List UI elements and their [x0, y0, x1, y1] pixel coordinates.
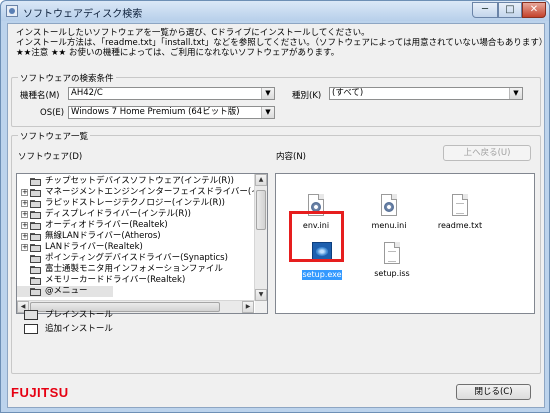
instruction-line: ★★注意 ★★ お使いの機種によっては、ご利用になれないソフトウェアがあります。 [16, 48, 340, 58]
software-tree[interactable]: チップセットデバイスソフトウェア(インテル(R)) + マネージメントエンジンイ… [16, 173, 268, 314]
scroll-up-icon[interactable]: ▲ [255, 174, 267, 186]
type-value: (すべて) [332, 88, 364, 98]
scroll-thumb[interactable] [256, 190, 266, 230]
folder-icon [30, 221, 42, 230]
file-item[interactable]: setup.iss [360, 239, 424, 291]
model-value: AH42/C [71, 88, 103, 98]
folder-icon [30, 243, 42, 252]
scroll-right-icon[interactable]: ▶ [242, 301, 254, 313]
file-item[interactable]: readme.txt [428, 191, 492, 243]
os-value: Windows 7 Home Premium (64ビット版) [71, 107, 240, 117]
scroll-down-icon[interactable]: ▼ [255, 289, 267, 301]
blank-file-icon [384, 242, 400, 264]
search-group-label: ソフトウェアの検索条件 [18, 72, 116, 84]
expand-icon[interactable]: + [21, 189, 28, 196]
tree-item[interactable]: @メニュー [17, 286, 113, 297]
chevron-down-icon[interactable]: ▼ [261, 107, 274, 118]
close-window-button[interactable]: ✕ [522, 2, 546, 18]
ini-gear-icon [381, 194, 397, 216]
expand-icon[interactable]: + [21, 222, 28, 229]
instructions: インストールしたいソフトウェアを一覧から選び、Cドライブにインストールしてくださ… [16, 28, 547, 58]
expand-icon[interactable]: + [21, 233, 28, 240]
window-title: ソフトウェアディスク検索 [23, 9, 143, 20]
tree-vertical-scrollbar[interactable]: ▲ ▼ [254, 174, 267, 301]
up-button[interactable]: 上へ戻る(U) [443, 145, 531, 161]
content-label: 内容(N) [276, 152, 306, 162]
expand-icon[interactable]: + [21, 200, 28, 207]
folder-icon [30, 177, 42, 186]
app-icon [6, 5, 18, 17]
folder-icon [30, 276, 42, 285]
instruction-line: インストール方法は、「readme.txt」「install.txt」などを参照… [16, 38, 548, 48]
minimize-button[interactable]: ─ [472, 2, 498, 18]
instruction-line: インストールしたいソフトウェアを一覧から選び、Cドライブにインストールしてくださ… [16, 28, 370, 38]
folder-icon [30, 188, 42, 197]
title-bar[interactable]: ソフトウェアディスク検索 ─ □ ✕ [1, 1, 549, 21]
folder-icon [30, 210, 42, 219]
fujitsu-logo: FUJITSU [11, 385, 69, 400]
type-select[interactable]: (すべて) ▼ [329, 87, 523, 100]
dialog-body: インストールしたいソフトウェアを一覧から選び、Cドライブにインストールしてくださ… [7, 23, 547, 408]
list-group-label: ソフトウェア一覧 [18, 130, 91, 142]
search-conditions-group: ソフトウェアの検索条件 機種名(M) AH42/C ▼ OS(E) Window… [11, 72, 541, 127]
expand-icon[interactable]: + [21, 244, 28, 251]
folder-icon [30, 232, 42, 241]
app-window: ソフトウェアディスク検索 ─ □ ✕ インストールしたいソフトウェアを一覧から選… [0, 0, 550, 413]
os-label: OS(E) [40, 108, 65, 118]
model-select[interactable]: AH42/C ▼ [68, 87, 275, 100]
text-file-icon [452, 194, 468, 216]
os-select[interactable]: Windows 7 Home Premium (64ビット版) ▼ [68, 106, 275, 119]
folder-icon [30, 287, 42, 296]
expand-icon[interactable]: + [21, 211, 28, 218]
folder-additional-icon [24, 324, 38, 334]
scroll-corner [255, 301, 267, 313]
chevron-down-icon[interactable]: ▼ [261, 88, 274, 99]
software-label: ソフトウェア(D) [18, 152, 83, 162]
folder-preinstall-icon [24, 310, 38, 320]
folder-icon [30, 199, 42, 208]
file-item[interactable]: menu.ini [357, 191, 421, 243]
model-label: 機種名(M) [20, 91, 60, 101]
maximize-button[interactable]: □ [498, 2, 522, 18]
folder-icon [30, 265, 42, 274]
chevron-down-icon[interactable]: ▼ [509, 88, 522, 99]
close-button[interactable]: 閉じる(C) [456, 384, 531, 400]
highlight-box [289, 211, 344, 262]
type-label: 種別(K) [292, 91, 322, 101]
folder-icon [30, 254, 42, 263]
